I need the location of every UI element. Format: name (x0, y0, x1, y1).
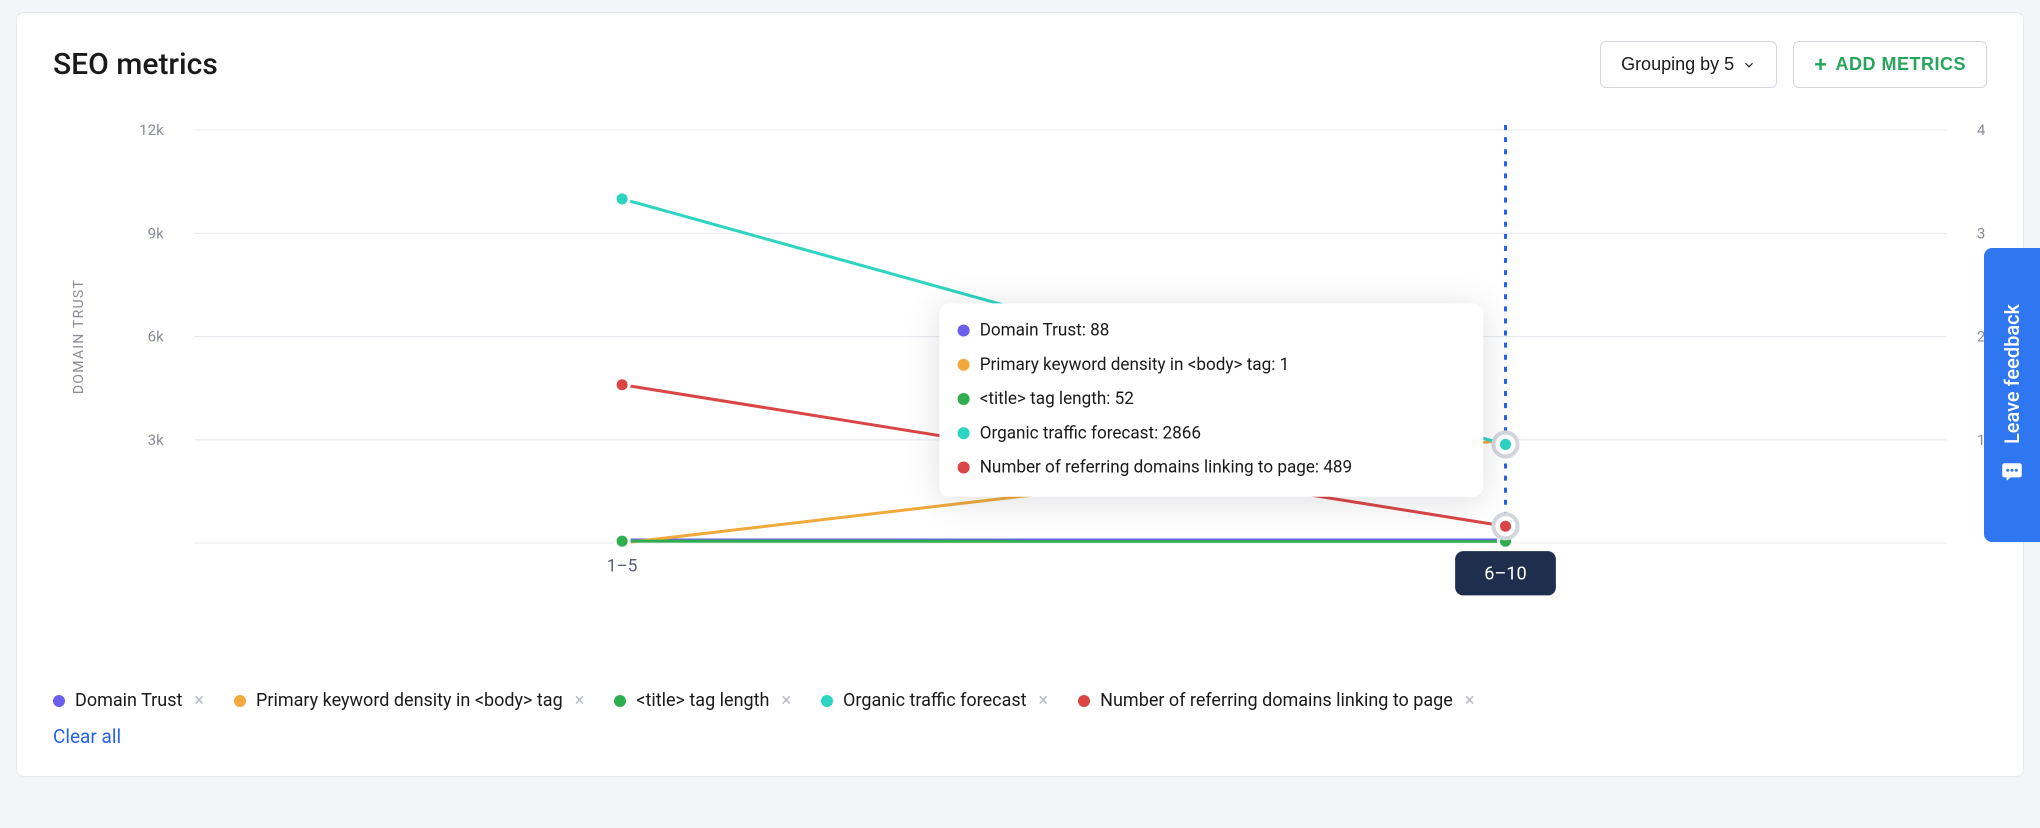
legend-label: Primary keyword density in <body> tag (256, 690, 563, 711)
legend-item[interactable]: Primary keyword density in <body> tag × (234, 690, 586, 711)
grouping-label: Grouping by 5 (1621, 54, 1734, 75)
legend-item[interactable]: <title> tag length × (614, 690, 793, 711)
svg-text:9k: 9k (148, 224, 164, 242)
legend: Domain Trust×Primary keyword density in … (53, 690, 1987, 711)
svg-text:Primary keyword density in <bo: Primary keyword density in <body> tag: 1 (980, 355, 1290, 375)
add-metrics-button[interactable]: + ADD METRICS (1793, 41, 1987, 88)
legend-item[interactable]: Number of referring domains linking to p… (1078, 690, 1476, 711)
legend-label: Organic traffic forecast (843, 690, 1027, 711)
svg-text:1–5: 1–5 (607, 556, 637, 576)
svg-text:Number of referring domains li: Number of referring domains linking to p… (980, 458, 1352, 478)
remove-icon[interactable]: × (779, 690, 793, 711)
svg-text:6–10: 6–10 (1484, 563, 1526, 584)
svg-text:DOMAIN TRUST: DOMAIN TRUST (71, 279, 87, 394)
legend-dot-icon (821, 695, 833, 707)
svg-text:12k: 12k (139, 121, 164, 139)
grouping-select[interactable]: Grouping by 5 (1600, 41, 1777, 88)
legend-item[interactable]: Domain Trust × (53, 690, 206, 711)
svg-text:3: 3 (1977, 224, 1985, 242)
leave-feedback-tab[interactable]: Leave feedback (1984, 248, 2040, 542)
legend-label: Number of referring domains linking to p… (1100, 690, 1453, 711)
svg-text:Organic traffic forecast: 2866: Organic traffic forecast: 2866 (980, 423, 1201, 443)
legend-label: <title> tag length (636, 690, 769, 711)
legend-dot-icon (53, 695, 65, 707)
remove-icon[interactable]: × (573, 690, 587, 711)
card-header: SEO metrics Grouping by 5 + ADD METRICS (53, 41, 1987, 88)
chart-area[interactable]: 12k9k6k3k4321DOMAIN TRUSTPRIMARY KEYWORD… (53, 120, 1987, 684)
seo-metrics-card: SEO metrics Grouping by 5 + ADD METRICS … (16, 12, 2024, 777)
line-chart[interactable]: 12k9k6k3k4321DOMAIN TRUSTPRIMARY KEYWORD… (53, 120, 1987, 684)
header-actions: Grouping by 5 + ADD METRICS (1600, 41, 1987, 88)
svg-text:Domain Trust: 88: Domain Trust: 88 (980, 321, 1110, 341)
remove-icon[interactable]: × (192, 690, 206, 711)
feedback-icon (1998, 460, 2026, 486)
svg-text:4: 4 (1977, 121, 1986, 139)
svg-text:3k: 3k (148, 431, 164, 449)
legend-item[interactable]: Organic traffic forecast × (821, 690, 1050, 711)
remove-icon[interactable]: × (1463, 690, 1477, 711)
legend-label: Domain Trust (75, 690, 182, 711)
legend-dot-icon (234, 695, 246, 707)
clear-all-link[interactable]: Clear all (53, 725, 121, 748)
svg-text:<title> tag length: 52: <title> tag length: 52 (980, 389, 1134, 409)
add-metrics-label: ADD METRICS (1836, 54, 1967, 75)
legend-dot-icon (614, 695, 626, 707)
page-title: SEO metrics (53, 47, 218, 82)
chevron-down-icon (1742, 58, 1756, 72)
remove-icon[interactable]: × (1037, 690, 1051, 711)
svg-text:6k: 6k (148, 328, 164, 346)
legend-dot-icon (1078, 695, 1090, 707)
feedback-label: Leave feedback (2000, 304, 2024, 444)
